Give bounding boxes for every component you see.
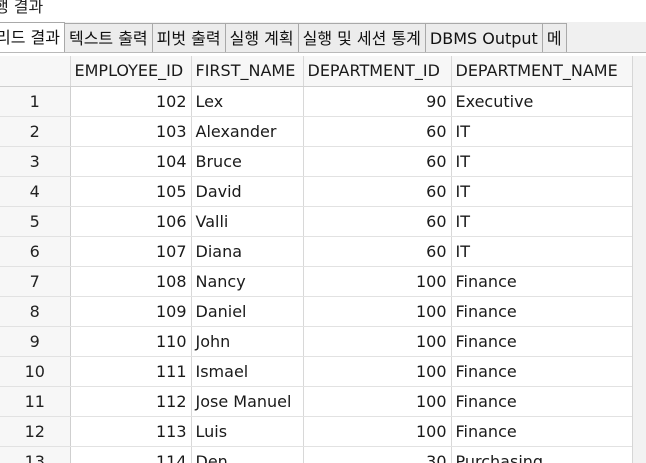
column-header-department-name[interactable]: DEPARTMENT_NAME (451, 56, 634, 87)
row-number[interactable]: 13 (0, 446, 71, 463)
column-header-department-id[interactable]: DEPARTMENT_ID (303, 56, 452, 87)
table-row[interactable]: 1 102 Lex 90 Executive (0, 86, 634, 117)
grid-body: 1 102 Lex 90 Executive 2 103 Alexander 60 IT 3 104 B… (0, 86, 634, 463)
cell-first-name[interactable]: Alexander (191, 116, 304, 147)
table-row[interactable]: 6 107 Diana 60 IT (0, 236, 634, 267)
row-number[interactable]: 10 (0, 356, 71, 387)
column-header-first-name[interactable]: FIRST_NAME (191, 56, 304, 87)
table-row[interactable]: 5 106 Valli 60 IT (0, 206, 634, 237)
cell-department-name[interactable]: Finance (451, 296, 634, 327)
cell-first-name[interactable]: David (191, 176, 304, 207)
cell-department-name[interactable]: IT (451, 146, 634, 177)
cell-employee-id[interactable]: 114 (70, 446, 192, 463)
table-row[interactable]: 13 114 Den 30 Purchasing (0, 446, 634, 463)
cell-department-id[interactable]: 100 (303, 266, 452, 297)
tab-pivot-output[interactable]: 피벗 출력 (151, 23, 226, 52)
cell-department-id[interactable]: 90 (303, 86, 452, 117)
cell-employee-id[interactable]: 104 (70, 146, 192, 177)
table-row[interactable]: 7 108 Nancy 100 Finance (0, 266, 634, 297)
cell-employee-id[interactable]: 105 (70, 176, 192, 207)
cell-department-name[interactable]: Finance (451, 416, 634, 447)
vertical-scrollbar[interactable] (632, 56, 646, 463)
cell-department-id[interactable]: 60 (303, 146, 452, 177)
cell-employee-id[interactable]: 107 (70, 236, 192, 267)
cell-department-name[interactable]: Finance (451, 386, 634, 417)
cell-first-name[interactable]: Ismael (191, 356, 304, 387)
row-number[interactable]: 9 (0, 326, 71, 357)
cell-first-name[interactable]: Luis (191, 416, 304, 447)
row-number[interactable]: 6 (0, 236, 71, 267)
cell-department-id[interactable]: 100 (303, 356, 452, 387)
cell-department-id[interactable]: 60 (303, 236, 452, 267)
cell-department-id[interactable]: 60 (303, 206, 452, 237)
tab-execution-plan[interactable]: 실행 계획 (224, 23, 299, 52)
cell-department-name[interactable]: Finance (451, 326, 634, 357)
table-row[interactable]: 3 104 Bruce 60 IT (0, 146, 634, 177)
cell-first-name[interactable]: Bruce (191, 146, 304, 177)
table-row[interactable]: 10 111 Ismael 100 Finance (0, 356, 634, 387)
row-number[interactable]: 5 (0, 206, 71, 237)
result-grid[interactable]: EMPLOYEE_ID FIRST_NAME DEPARTMENT_ID DEP… (0, 56, 646, 463)
row-number[interactable]: 12 (0, 416, 71, 447)
row-number[interactable]: 3 (0, 146, 71, 177)
tab-text-output[interactable]: 텍스트 출력 (63, 23, 153, 52)
tab-more[interactable]: 메 (541, 23, 567, 52)
row-number[interactable]: 4 (0, 176, 71, 207)
row-number[interactable]: 11 (0, 386, 71, 417)
cell-employee-id[interactable]: 112 (70, 386, 192, 417)
row-number-header[interactable] (0, 56, 71, 87)
table-row[interactable]: 2 103 Alexander 60 IT (0, 116, 634, 147)
column-header-employee-id[interactable]: EMPLOYEE_ID (70, 56, 192, 87)
table-row[interactable]: 9 110 John 100 Finance (0, 326, 634, 357)
cell-department-name[interactable]: IT (451, 206, 634, 237)
tab-dbms-output[interactable]: DBMS Output (424, 23, 543, 52)
result-tab-bar: 리드 결과 텍스트 출력 피벗 출력 실행 계획 실행 및 세션 통계 DBMS… (0, 22, 646, 53)
table-row[interactable]: 12 113 Luis 100 Finance (0, 416, 634, 447)
cell-department-name[interactable]: Finance (451, 266, 634, 297)
row-number[interactable]: 1 (0, 86, 71, 117)
cell-first-name[interactable]: Daniel (191, 296, 304, 327)
cell-first-name[interactable]: Lex (191, 86, 304, 117)
cell-employee-id[interactable]: 113 (70, 416, 192, 447)
cell-department-name[interactable]: Purchasing (451, 446, 634, 463)
cell-department-name[interactable]: IT (451, 176, 634, 207)
cell-department-id[interactable]: 100 (303, 416, 452, 447)
cell-employee-id[interactable]: 109 (70, 296, 192, 327)
cell-department-id[interactable]: 60 (303, 176, 452, 207)
cell-first-name[interactable]: Den (191, 446, 304, 463)
table-row[interactable]: 11 112 Jose Manuel 100 Finance (0, 386, 634, 417)
cell-employee-id[interactable]: 103 (70, 116, 192, 147)
cell-department-id[interactable]: 30 (303, 446, 452, 463)
cell-employee-id[interactable]: 110 (70, 326, 192, 357)
cell-first-name[interactable]: Valli (191, 206, 304, 237)
table-row[interactable]: 8 109 Daniel 100 Finance (0, 296, 634, 327)
cell-department-id[interactable]: 100 (303, 386, 452, 417)
window-title: 행 결과 (0, 0, 44, 16)
tab-grid-result[interactable]: 리드 결과 (0, 22, 65, 52)
cell-employee-id[interactable]: 108 (70, 266, 192, 297)
cell-first-name[interactable]: John (191, 326, 304, 357)
cell-department-id[interactable]: 60 (303, 116, 452, 147)
header-row: EMPLOYEE_ID FIRST_NAME DEPARTMENT_ID DEP… (0, 56, 634, 87)
cell-employee-id[interactable]: 111 (70, 356, 192, 387)
cell-department-name[interactable]: Executive (451, 86, 634, 117)
cell-department-id[interactable]: 100 (303, 296, 452, 327)
row-number[interactable]: 2 (0, 116, 71, 147)
cell-employee-id[interactable]: 106 (70, 206, 192, 237)
row-number[interactable]: 8 (0, 296, 71, 327)
cell-employee-id[interactable]: 102 (70, 86, 192, 117)
cell-department-name[interactable]: Finance (451, 356, 634, 387)
result-table: EMPLOYEE_ID FIRST_NAME DEPARTMENT_ID DEP… (0, 56, 634, 463)
cell-department-name[interactable]: IT (451, 116, 634, 147)
cell-department-name[interactable]: IT (451, 236, 634, 267)
cell-first-name[interactable]: Diana (191, 236, 304, 267)
cell-department-id[interactable]: 100 (303, 326, 452, 357)
tab-execution-session-stats[interactable]: 실행 및 세션 통계 (297, 23, 426, 52)
table-row[interactable]: 4 105 David 60 IT (0, 176, 634, 207)
cell-first-name[interactable]: Jose Manuel (191, 386, 304, 417)
row-number[interactable]: 7 (0, 266, 71, 297)
cell-first-name[interactable]: Nancy (191, 266, 304, 297)
